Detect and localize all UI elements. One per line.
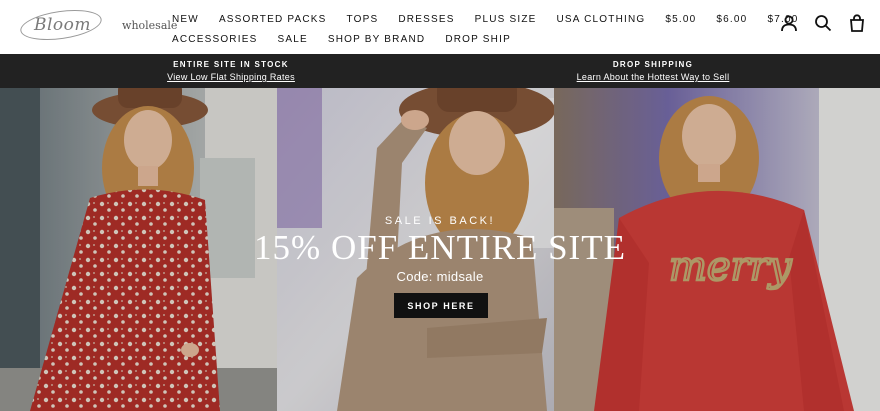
hero-text: SALE IS BACK! 15% OFF ENTIRE SITE Code: … bbox=[0, 88, 880, 411]
nav-item-5-dollar[interactable]: $5.00 bbox=[665, 14, 696, 25]
nav-item-dresses[interactable]: DRESSES bbox=[398, 14, 454, 25]
logo[interactable]: Bloom wholesale bbox=[18, 5, 177, 45]
account-icon[interactable] bbox=[780, 14, 798, 32]
announcement-title: ENTIRE SITE IN STOCK bbox=[173, 60, 289, 69]
hero-eyebrow: SALE IS BACK! bbox=[384, 215, 496, 227]
nav-row-1: NEW ASSORTED PACKS TOPS DRESSES PLUS SIZ… bbox=[172, 9, 797, 29]
promo-code: Code: midsale bbox=[396, 269, 484, 284]
announcement-in-stock: ENTIRE SITE IN STOCK View Low Flat Shipp… bbox=[140, 60, 322, 82]
nav-row-2: ACCESSORIES SALE SHOP BY BRAND DROP SHIP bbox=[172, 29, 772, 49]
drop-shipping-link[interactable]: Learn About the Hottest Way to Sell bbox=[560, 72, 746, 82]
main-nav: NEW ASSORTED PACKS TOPS DRESSES PLUS SIZ… bbox=[172, 9, 797, 49]
hero-headline: 15% OFF ENTIRE SITE bbox=[254, 228, 626, 267]
site-header: Bloom wholesale NEW ASSORTED PACKS TOPS … bbox=[0, 0, 880, 54]
nav-item-6-dollar[interactable]: $6.00 bbox=[716, 14, 747, 25]
nav-item-sale[interactable]: SALE bbox=[277, 34, 307, 45]
nav-item-new[interactable]: NEW bbox=[172, 14, 199, 25]
nav-item-assorted-packs[interactable]: ASSORTED PACKS bbox=[219, 14, 327, 25]
nav-item-plus-size[interactable]: PLUS SIZE bbox=[475, 14, 537, 25]
nav-item-shop-by-brand[interactable]: SHOP BY BRAND bbox=[328, 34, 425, 45]
announcement-title: DROP SHIPPING bbox=[612, 60, 694, 69]
nav-item-drop-ship[interactable]: DROP SHIP bbox=[445, 34, 511, 45]
hero-banner[interactable]: merry SALE IS BACK! 15% OFF ENTIRE SITE … bbox=[0, 88, 880, 411]
shop-here-button[interactable]: SHOP HERE bbox=[394, 293, 488, 318]
header-icons bbox=[780, 14, 866, 32]
search-icon[interactable] bbox=[814, 14, 832, 32]
nav-item-usa-clothing[interactable]: USA CLOTHING bbox=[557, 14, 646, 25]
nav-item-tops[interactable]: TOPS bbox=[347, 14, 379, 25]
cart-icon[interactable] bbox=[848, 14, 866, 32]
nav-item-accessories[interactable]: ACCESSORIES bbox=[172, 34, 257, 45]
announcement-bar: ENTIRE SITE IN STOCK View Low Flat Shipp… bbox=[0, 54, 880, 88]
announcement-drop-shipping: DROP SHIPPING Learn About the Hottest Wa… bbox=[560, 60, 746, 82]
logo-oval bbox=[18, 5, 104, 45]
logo-wordmark: wholesale bbox=[122, 18, 178, 32]
shipping-rates-link[interactable]: View Low Flat Shipping Rates bbox=[140, 72, 322, 82]
